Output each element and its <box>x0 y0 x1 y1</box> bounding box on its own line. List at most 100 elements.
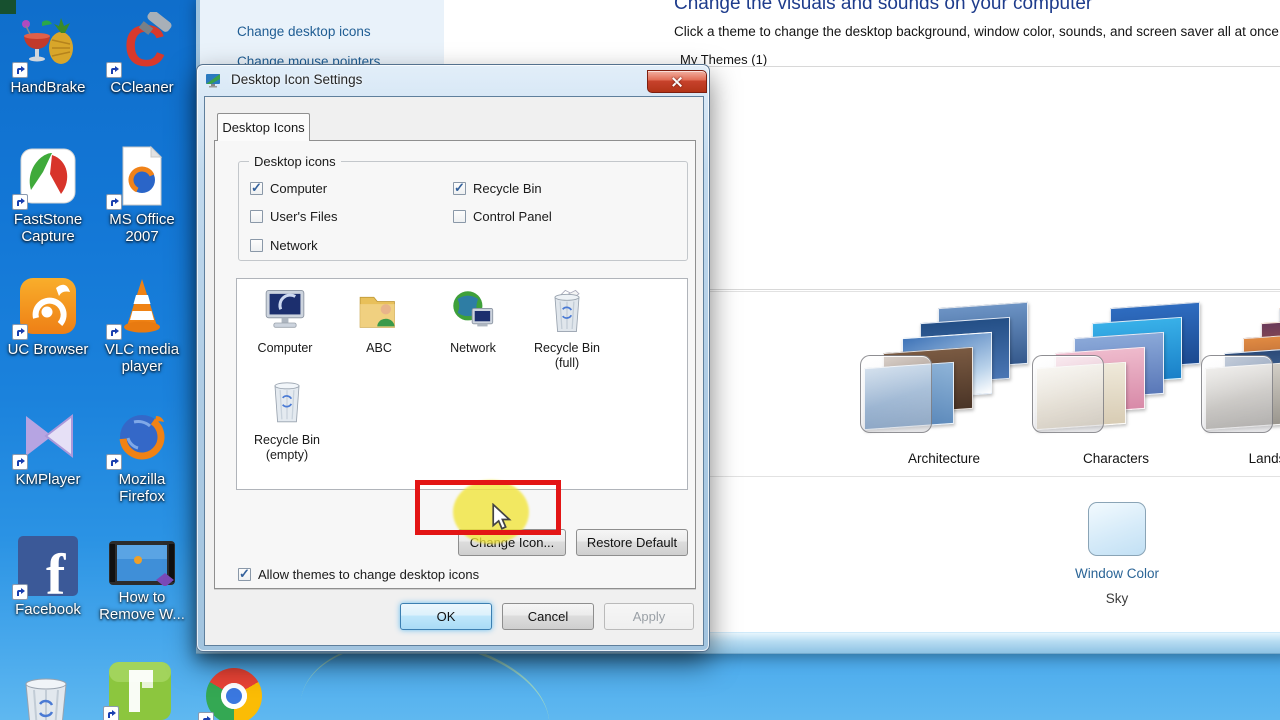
desktop-icon-settings-dialog: Desktop Icon Settings Desktop Icons Desk… <box>196 64 710 652</box>
list-item-network[interactable]: Network <box>427 287 519 356</box>
dialog-title: Desktop Icon Settings <box>231 72 362 87</box>
list-item-label: Computer <box>239 341 331 356</box>
uc-browser-icon <box>16 274 80 338</box>
theme-glass-overlay <box>1032 355 1104 433</box>
restore-default-button[interactable]: Restore Default <box>576 529 688 556</box>
close-button[interactable] <box>647 70 707 93</box>
kmplayer-icon <box>16 404 80 468</box>
facebook-icon: f <box>16 534 80 598</box>
footer-divider <box>214 589 696 590</box>
desktop-icon-firefox[interactable]: Mozilla Firefox <box>94 404 190 505</box>
desktop-icon-label: VLC media player <box>94 341 190 375</box>
tab-desktop-icons[interactable]: Desktop Icons <box>217 113 310 141</box>
shortcut-arrow-icon <box>12 584 28 600</box>
shortcut-arrow-icon <box>198 712 214 720</box>
desktop-icon-ccleaner[interactable]: C CCleaner <box>94 12 190 96</box>
ok-button[interactable]: OK <box>400 603 492 630</box>
desktop-icon-label: MS Office 2007 <box>94 211 190 245</box>
svg-text:f: f <box>46 542 66 598</box>
checkbox-users-files[interactable]: User's Files <box>250 209 338 224</box>
divider <box>672 476 1280 477</box>
theme-architecture[interactable]: Architecture <box>858 303 1030 471</box>
list-item-label: ABC <box>333 341 425 356</box>
apply-button: Apply <box>604 603 694 630</box>
theme-glass-overlay <box>1201 355 1273 433</box>
desktop-icon-faststone[interactable]: FastStone Capture <box>0 144 96 245</box>
page-title: Change the visuals and sounds on your co… <box>674 0 1092 15</box>
desktop-icon-facebook[interactable]: f Facebook <box>0 534 96 618</box>
desktop-icon-green-app[interactable] <box>92 662 188 720</box>
desktop-icon-msoffice[interactable]: MS Office 2007 <box>94 144 190 245</box>
checkbox-recycle-bin[interactable]: Recycle Bin <box>453 181 542 196</box>
window-color-value: Sky <box>1037 591 1197 606</box>
cancel-button[interactable]: Cancel <box>502 603 594 630</box>
shortcut-arrow-icon <box>106 62 122 78</box>
sidebar-link-change-desktop-icons[interactable]: Change desktop icons <box>237 24 371 39</box>
checkbox-label: User's Files <box>270 209 338 224</box>
window-color-link[interactable]: Window Color <box>1037 566 1197 581</box>
desktop-icon-label: KMPlayer <box>0 471 96 488</box>
desktop-icon-recycle-bin[interactable] <box>4 678 88 720</box>
checkbox-label: Computer <box>270 181 327 196</box>
desktop-icon-label: HandBrake <box>0 79 96 96</box>
checkbox-icon <box>250 239 263 252</box>
mouse-cursor-icon <box>489 503 513 536</box>
shortcut-arrow-icon <box>12 194 28 210</box>
icon-list: Computer ABC Network Recycle Bin (full) <box>236 278 688 490</box>
checkbox-control-panel[interactable]: Control Panel <box>453 209 552 224</box>
my-themes-box <box>672 66 1280 290</box>
shortcut-arrow-icon <box>12 454 28 470</box>
recycle-bin-icon <box>18 678 74 720</box>
checkbox-allow-themes[interactable]: Allow themes to change desktop icons <box>238 567 479 582</box>
list-item-computer[interactable]: Computer <box>239 287 331 356</box>
checkbox-network[interactable]: Network <box>250 238 318 253</box>
checkbox-label: Recycle Bin <box>473 181 542 196</box>
desktop-icon-label: UC Browser <box>0 341 96 358</box>
checkbox-label: Control Panel <box>473 209 552 224</box>
shortcut-arrow-icon <box>106 454 122 470</box>
desktop-icon-label: Mozilla Firefox <box>94 471 190 505</box>
snagit-icon <box>107 662 173 720</box>
group-label: Desktop icons <box>249 154 341 169</box>
theme-label: Landscapes <box>1199 451 1280 466</box>
vlc-cone-icon <box>110 274 174 338</box>
list-item-recycle-bin-empty[interactable]: Recycle Bin (empty) <box>241 379 333 463</box>
theme-label: Architecture <box>858 451 1030 466</box>
shortcut-arrow-icon <box>12 324 28 340</box>
desktop-icon-vlc[interactable]: VLC media player <box>94 274 190 375</box>
theme-glass-overlay <box>860 355 932 433</box>
checkbox-icon <box>238 568 251 581</box>
checkbox-label: Network <box>270 238 318 253</box>
list-item-abc[interactable]: ABC <box>333 287 425 356</box>
desktop-icon-howto-video[interactable]: How to Remove W... <box>90 540 194 623</box>
shortcut-arrow-icon <box>12 62 28 78</box>
desktop-icon-label: CCleaner <box>94 79 190 96</box>
desktop-icon-ucbrowser[interactable]: UC Browser <box>0 274 96 358</box>
dialog-titlebar[interactable]: Desktop Icon Settings <box>197 65 709 96</box>
theme-characters[interactable]: Characters <box>1030 303 1202 471</box>
close-icon <box>671 76 683 88</box>
desktop-icon-label: FastStone Capture <box>0 211 96 245</box>
desktop-icon-settings-icon <box>206 73 222 88</box>
desktop-icon-kmplayer[interactable]: KMPlayer <box>0 404 96 488</box>
list-item-recycle-bin-full[interactable]: Recycle Bin (full) <box>521 287 613 371</box>
handbrake-icon <box>16 12 80 76</box>
checkbox-icon <box>250 210 263 223</box>
video-file-icon <box>108 540 176 586</box>
desktop-icon-label: Facebook <box>0 601 96 618</box>
theme-label: Characters <box>1030 451 1202 466</box>
faststone-capture-icon <box>16 144 80 208</box>
checkbox-computer[interactable]: Computer <box>250 181 327 196</box>
desktop-icon-handbrake[interactable]: HandBrake <box>0 12 96 96</box>
checkbox-icon <box>250 182 263 195</box>
desktop-icon-chrome[interactable] <box>188 664 280 720</box>
shortcut-arrow-icon <box>103 706 119 720</box>
window-color-swatch[interactable] <box>1088 502 1146 556</box>
desktop: HandBrake C CCleaner FastStone Capture M… <box>0 0 1280 720</box>
checkbox-icon <box>453 210 466 223</box>
chrome-icon <box>202 668 266 720</box>
shortcut-arrow-icon <box>106 194 122 210</box>
theme-landscapes[interactable]: Landscapes <box>1199 303 1280 471</box>
ms-office-document-icon <box>110 144 174 208</box>
list-item-label: Network <box>427 341 519 356</box>
